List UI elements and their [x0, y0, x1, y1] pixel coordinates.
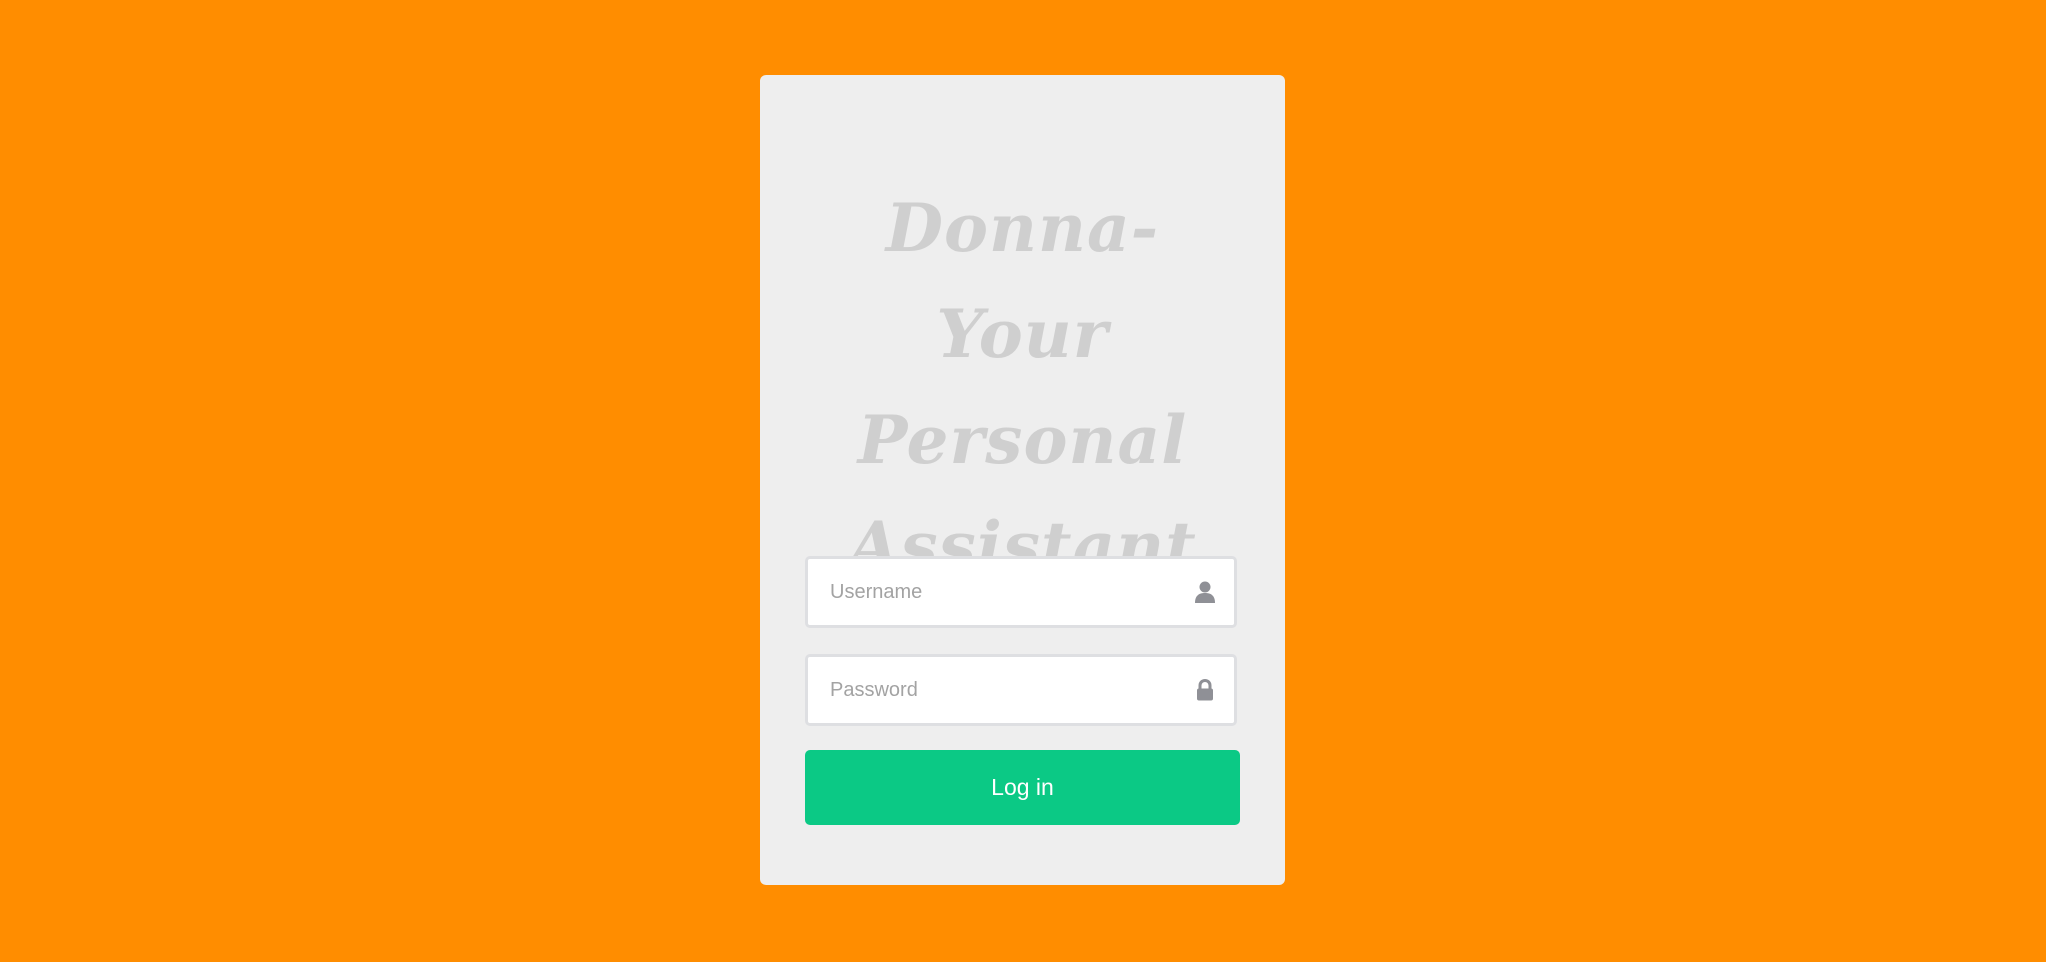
- login-button[interactable]: Log in: [805, 750, 1240, 825]
- login-card: Donna- Your Personal Assistant Log in: [760, 75, 1285, 885]
- password-input[interactable]: [808, 657, 1234, 723]
- page-background: Donna- Your Personal Assistant Log in: [0, 0, 2046, 962]
- username-input[interactable]: [808, 559, 1234, 625]
- password-field[interactable]: [805, 654, 1237, 726]
- user-icon: [1194, 580, 1216, 604]
- username-field[interactable]: [805, 556, 1237, 628]
- lock-icon: [1194, 678, 1216, 702]
- app-title: Donna- Your Personal Assistant: [848, 189, 1197, 585]
